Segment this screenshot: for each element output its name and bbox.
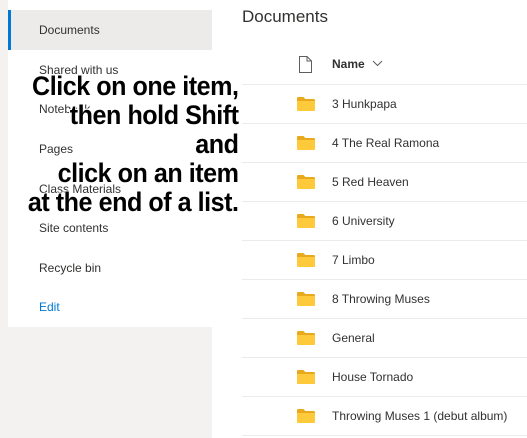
folder-name[interactable]: General [332,331,375,345]
folder-name[interactable]: 4 The Real Ramona [332,136,439,150]
list-item[interactable]: 4 The Real Ramona [242,124,527,163]
chevron-down-icon[interactable] [372,58,383,68]
folder-icon [297,97,315,111]
nav-edit-link[interactable]: Edit [8,287,212,327]
instruction-line: then hold Shift [69,100,239,130]
folder-name[interactable]: 8 Throwing Muses [332,292,430,306]
instruction-line: and [195,129,239,159]
list-item[interactable]: House Tornado [242,358,527,397]
folder-name[interactable]: 7 Limbo [332,253,375,267]
list-item[interactable]: 6 University [242,202,527,241]
folder-icon [297,409,315,423]
folder-name[interactable]: 5 Red Heaven [332,175,409,189]
folder-name[interactable]: 6 University [332,214,395,228]
list-item[interactable]: 3 Hunkpapa [242,85,527,124]
folder-icon [297,370,315,384]
list-item[interactable]: 5 Red Heaven [242,163,527,202]
nav-item-recycle-bin[interactable]: Recycle bin [8,248,212,288]
list-item[interactable]: Throwing Muses 1 (debut album) [242,397,527,436]
folder-icon [297,136,315,150]
folder-icon [297,214,315,228]
folder-name[interactable]: Throwing Muses 1 (debut album) [332,409,507,423]
list-item[interactable]: 7 Limbo [242,241,527,280]
nav-item-documents[interactable]: Documents [8,10,212,50]
column-header-name[interactable]: Name [332,57,365,71]
instruction-line: Click on one item, [32,71,239,101]
folder-name[interactable]: House Tornado [332,370,413,384]
folder-icon [297,253,315,267]
folder-icon [297,331,315,345]
document-library: Documents Name 3 Hunkpapa 4 The Real Ramo… [212,0,527,438]
list-item[interactable]: General [242,319,527,358]
document-icon[interactable] [298,56,312,73]
folder-icon [297,175,315,189]
list-item[interactable]: 8 Throwing Muses [242,280,527,319]
instruction-overlay: Click on one item, then hold Shift and c… [20,72,239,217]
folder-name[interactable]: 3 Hunkpapa [332,97,397,111]
file-list: Name 3 Hunkpapa 4 The Real Ramona 5 Red He… [242,45,527,436]
instruction-line: at the end of a list. [27,187,239,217]
folder-icon [297,292,315,306]
instruction-line: click on an item [57,158,239,188]
list-header: Name [242,45,527,85]
page-title: Documents [242,7,328,26]
